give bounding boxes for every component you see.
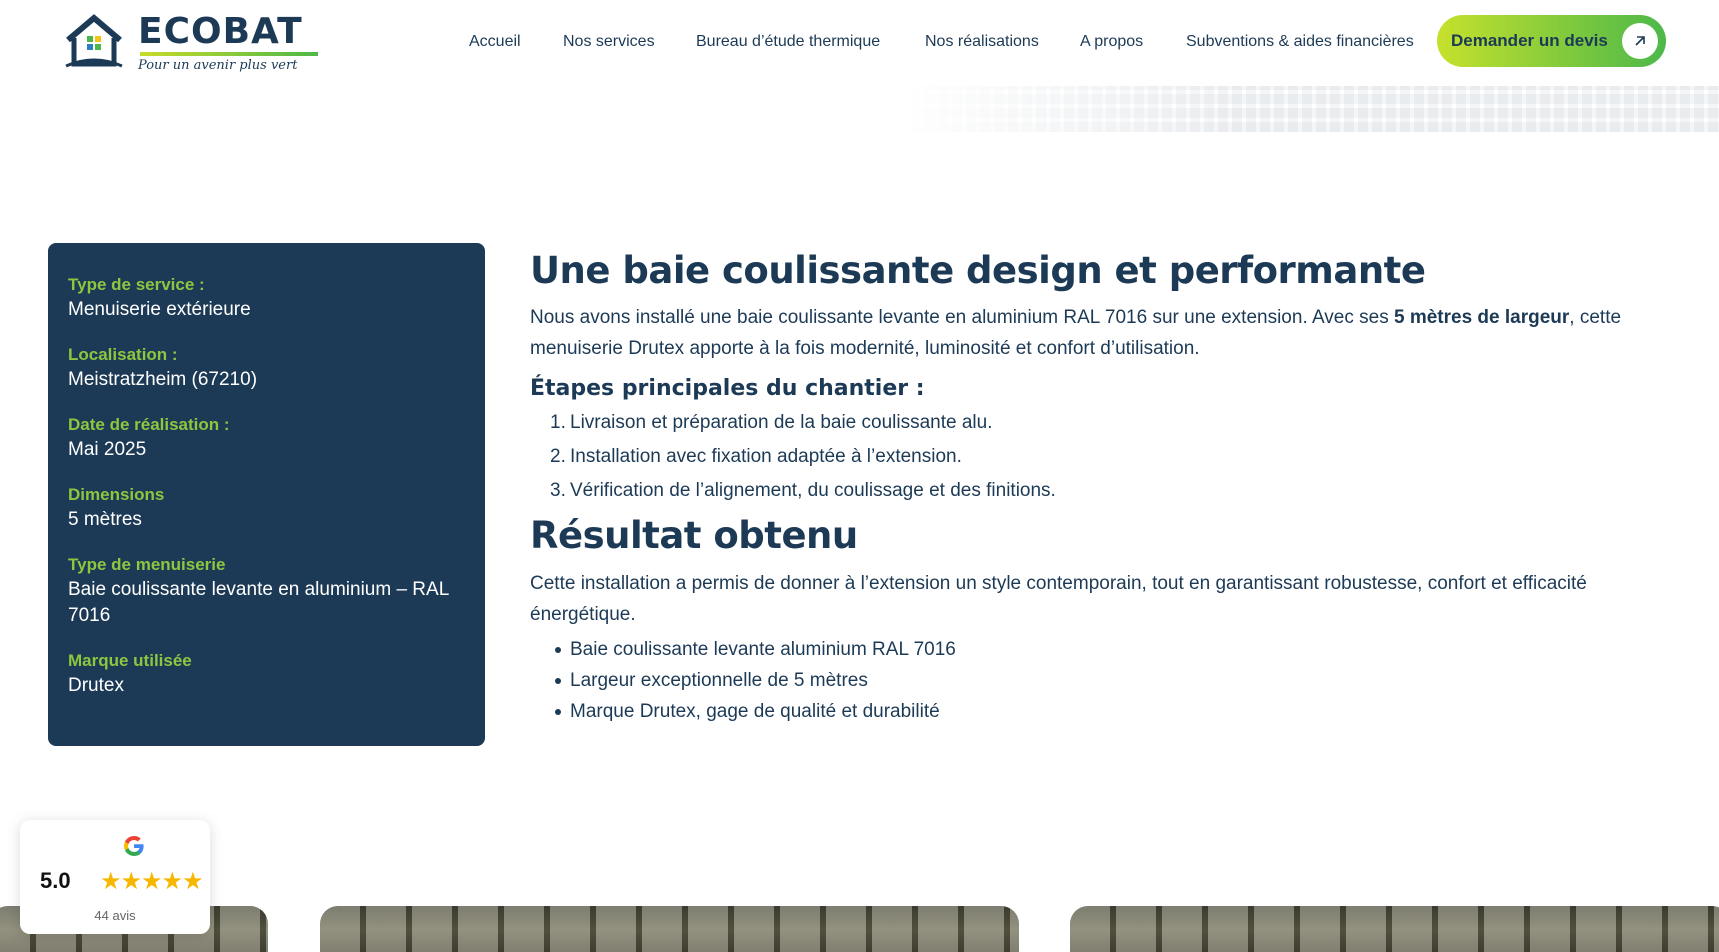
- review-count: 44 avis: [94, 908, 136, 923]
- nav-bureau-etude-thermique[interactable]: Bureau d’étude thermique: [696, 30, 880, 54]
- intro-paragraph: Nous avons installé une baie coulissante…: [530, 302, 1630, 364]
- steps-list: 1. Livraison et préparation de la baie co…: [530, 406, 1630, 508]
- google-review-badge[interactable]: 5.0 ★★★★★ 44 avis: [20, 820, 210, 934]
- step-number: 1.: [550, 412, 566, 433]
- project-photo[interactable]: [320, 906, 1019, 952]
- info-value: Mai 2025: [68, 439, 147, 460]
- intro-text: Nous avons installé une baie coulissante…: [530, 307, 1394, 328]
- info-dimensions: Dimensions 5 mètres: [68, 483, 465, 533]
- info-label: Type de service :: [68, 275, 205, 294]
- info-label: Marque utilisée: [68, 651, 192, 670]
- page-title: Une baie coulissante design et performan…: [530, 249, 1426, 292]
- info-value: Drutex: [68, 675, 124, 696]
- list-item: Largeur exceptionnelle de 5 mètres: [530, 665, 1630, 696]
- site-header: ECOBAT Pour un avenir plus vert Accueil …: [0, 0, 1719, 84]
- info-label: Type de menuiserie: [68, 555, 226, 574]
- nav-nos-services[interactable]: Nos services: [563, 30, 655, 54]
- star-rating-icon: ★★★★★: [100, 868, 204, 895]
- google-icon: [124, 836, 144, 856]
- info-value: Menuiserie extérieure: [68, 299, 251, 320]
- nav-accueil[interactable]: Accueil: [469, 30, 521, 54]
- brand-underline: [140, 52, 318, 56]
- project-description: Une baie coulissante design et performan…: [530, 246, 1630, 727]
- info-label: Localisation :: [68, 345, 178, 364]
- list-item: Marque Drutex, gage de qualité et durabi…: [530, 696, 1630, 727]
- ecobat-logo[interactable]: ECOBAT Pour un avenir plus vert: [64, 11, 324, 73]
- result-paragraph: Cette installation a permis de donner à …: [530, 573, 1587, 625]
- list-item: 1. Livraison et préparation de la baie co…: [530, 406, 1630, 440]
- cta-label: Demander un devis: [1451, 31, 1608, 50]
- info-marque: Marque utilisée Drutex: [68, 649, 465, 699]
- step-text: Installation avec fixation adaptée à l’e…: [570, 446, 962, 467]
- demander-devis-button[interactable]: Demander un devis: [1437, 15, 1666, 67]
- nav-a-propos[interactable]: A propos: [1080, 30, 1143, 54]
- result-bullets: Baie coulissante levante aluminium RAL 7…: [530, 634, 1630, 727]
- info-type-menuiserie: Type de menuiserie Baie coulissante leva…: [68, 553, 465, 629]
- nav-nos-realisations[interactable]: Nos réalisations: [925, 30, 1039, 54]
- steps-heading: Étapes principales du chantier :: [530, 376, 925, 401]
- nav-subventions[interactable]: Subventions & aides financières: [1186, 30, 1414, 54]
- project-info-card: Type de service : Menuiserie extérieure …: [48, 243, 485, 746]
- info-value: 5 mètres: [68, 509, 142, 530]
- decorative-pattern: [910, 86, 1719, 132]
- info-localisation: Localisation : Meistratzheim (67210): [68, 343, 465, 393]
- list-item: Baie coulissante levante aluminium RAL 7…: [530, 634, 1630, 665]
- review-score: 5.0: [40, 868, 71, 893]
- info-label: Date de réalisation :: [68, 415, 230, 434]
- info-label: Dimensions: [68, 485, 165, 504]
- project-photo[interactable]: [1070, 906, 1719, 952]
- info-type-service: Type de service : Menuiserie extérieure: [68, 273, 465, 323]
- step-text: Vérification de l’alignement, du couliss…: [570, 480, 1056, 501]
- intro-highlight: 5 mètres de largeur: [1393, 307, 1570, 328]
- house-logo-icon: [65, 14, 123, 68]
- brand-name: ECOBAT: [138, 11, 303, 52]
- info-date-realisation: Date de réalisation : Mai 2025: [68, 413, 465, 463]
- step-number: 2.: [550, 446, 566, 467]
- result-heading: Résultat obtenu: [530, 514, 858, 557]
- brand-tagline: Pour un avenir plus vert: [138, 58, 298, 73]
- step-number: 3.: [550, 480, 566, 501]
- info-value: Meistratzheim (67210): [68, 369, 258, 390]
- arrow-up-right-icon: [1622, 23, 1658, 59]
- list-item: 2. Installation avec fixation adaptée à l…: [530, 440, 1630, 474]
- list-item: 3. Vérification de l’alignement, du couli…: [530, 474, 1630, 508]
- step-text: Livraison et préparation de la baie coul…: [570, 412, 993, 433]
- info-value: Baie coulissante levante en aluminium – …: [68, 579, 449, 626]
